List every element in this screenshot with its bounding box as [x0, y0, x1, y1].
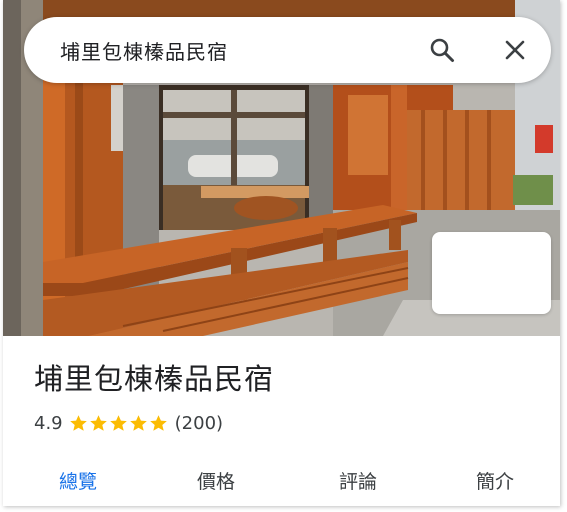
- photo-thumbnail[interactable]: [432, 232, 551, 314]
- rating-value: 4.9: [34, 412, 63, 434]
- star-icon: [149, 414, 167, 431]
- search-icon: [430, 38, 454, 62]
- star-icon: [129, 414, 147, 431]
- rating-row[interactable]: 4.9 (200): [34, 410, 223, 436]
- close-icon: [505, 40, 525, 60]
- search-bar[interactable]: 埔里包棟榛品民宿: [24, 17, 551, 83]
- search-button[interactable]: [422, 30, 462, 70]
- star-icon: [109, 414, 127, 431]
- star-icon: [69, 414, 87, 431]
- tab-reviews[interactable]: 評論: [339, 467, 377, 494]
- tab-overview[interactable]: 總覽: [59, 467, 97, 494]
- search-query[interactable]: 埔里包棟榛品民宿: [60, 36, 228, 65]
- tab-bar: 總覽 價格 評論 簡介: [3, 455, 560, 503]
- tab-about[interactable]: 簡介: [476, 467, 514, 494]
- close-button[interactable]: [495, 30, 535, 70]
- star-icon: [89, 414, 107, 431]
- star-rating: [69, 414, 169, 433]
- tab-prices[interactable]: 價格: [197, 467, 235, 494]
- review-count: (200): [174, 412, 224, 434]
- place-card: 埔里包棟榛品民宿 埔里包棟榛品民宿 4.9 (200) 總覽 價格 評論 簡介: [3, 0, 560, 506]
- place-title: 埔里包棟榛品民宿: [34, 362, 275, 396]
